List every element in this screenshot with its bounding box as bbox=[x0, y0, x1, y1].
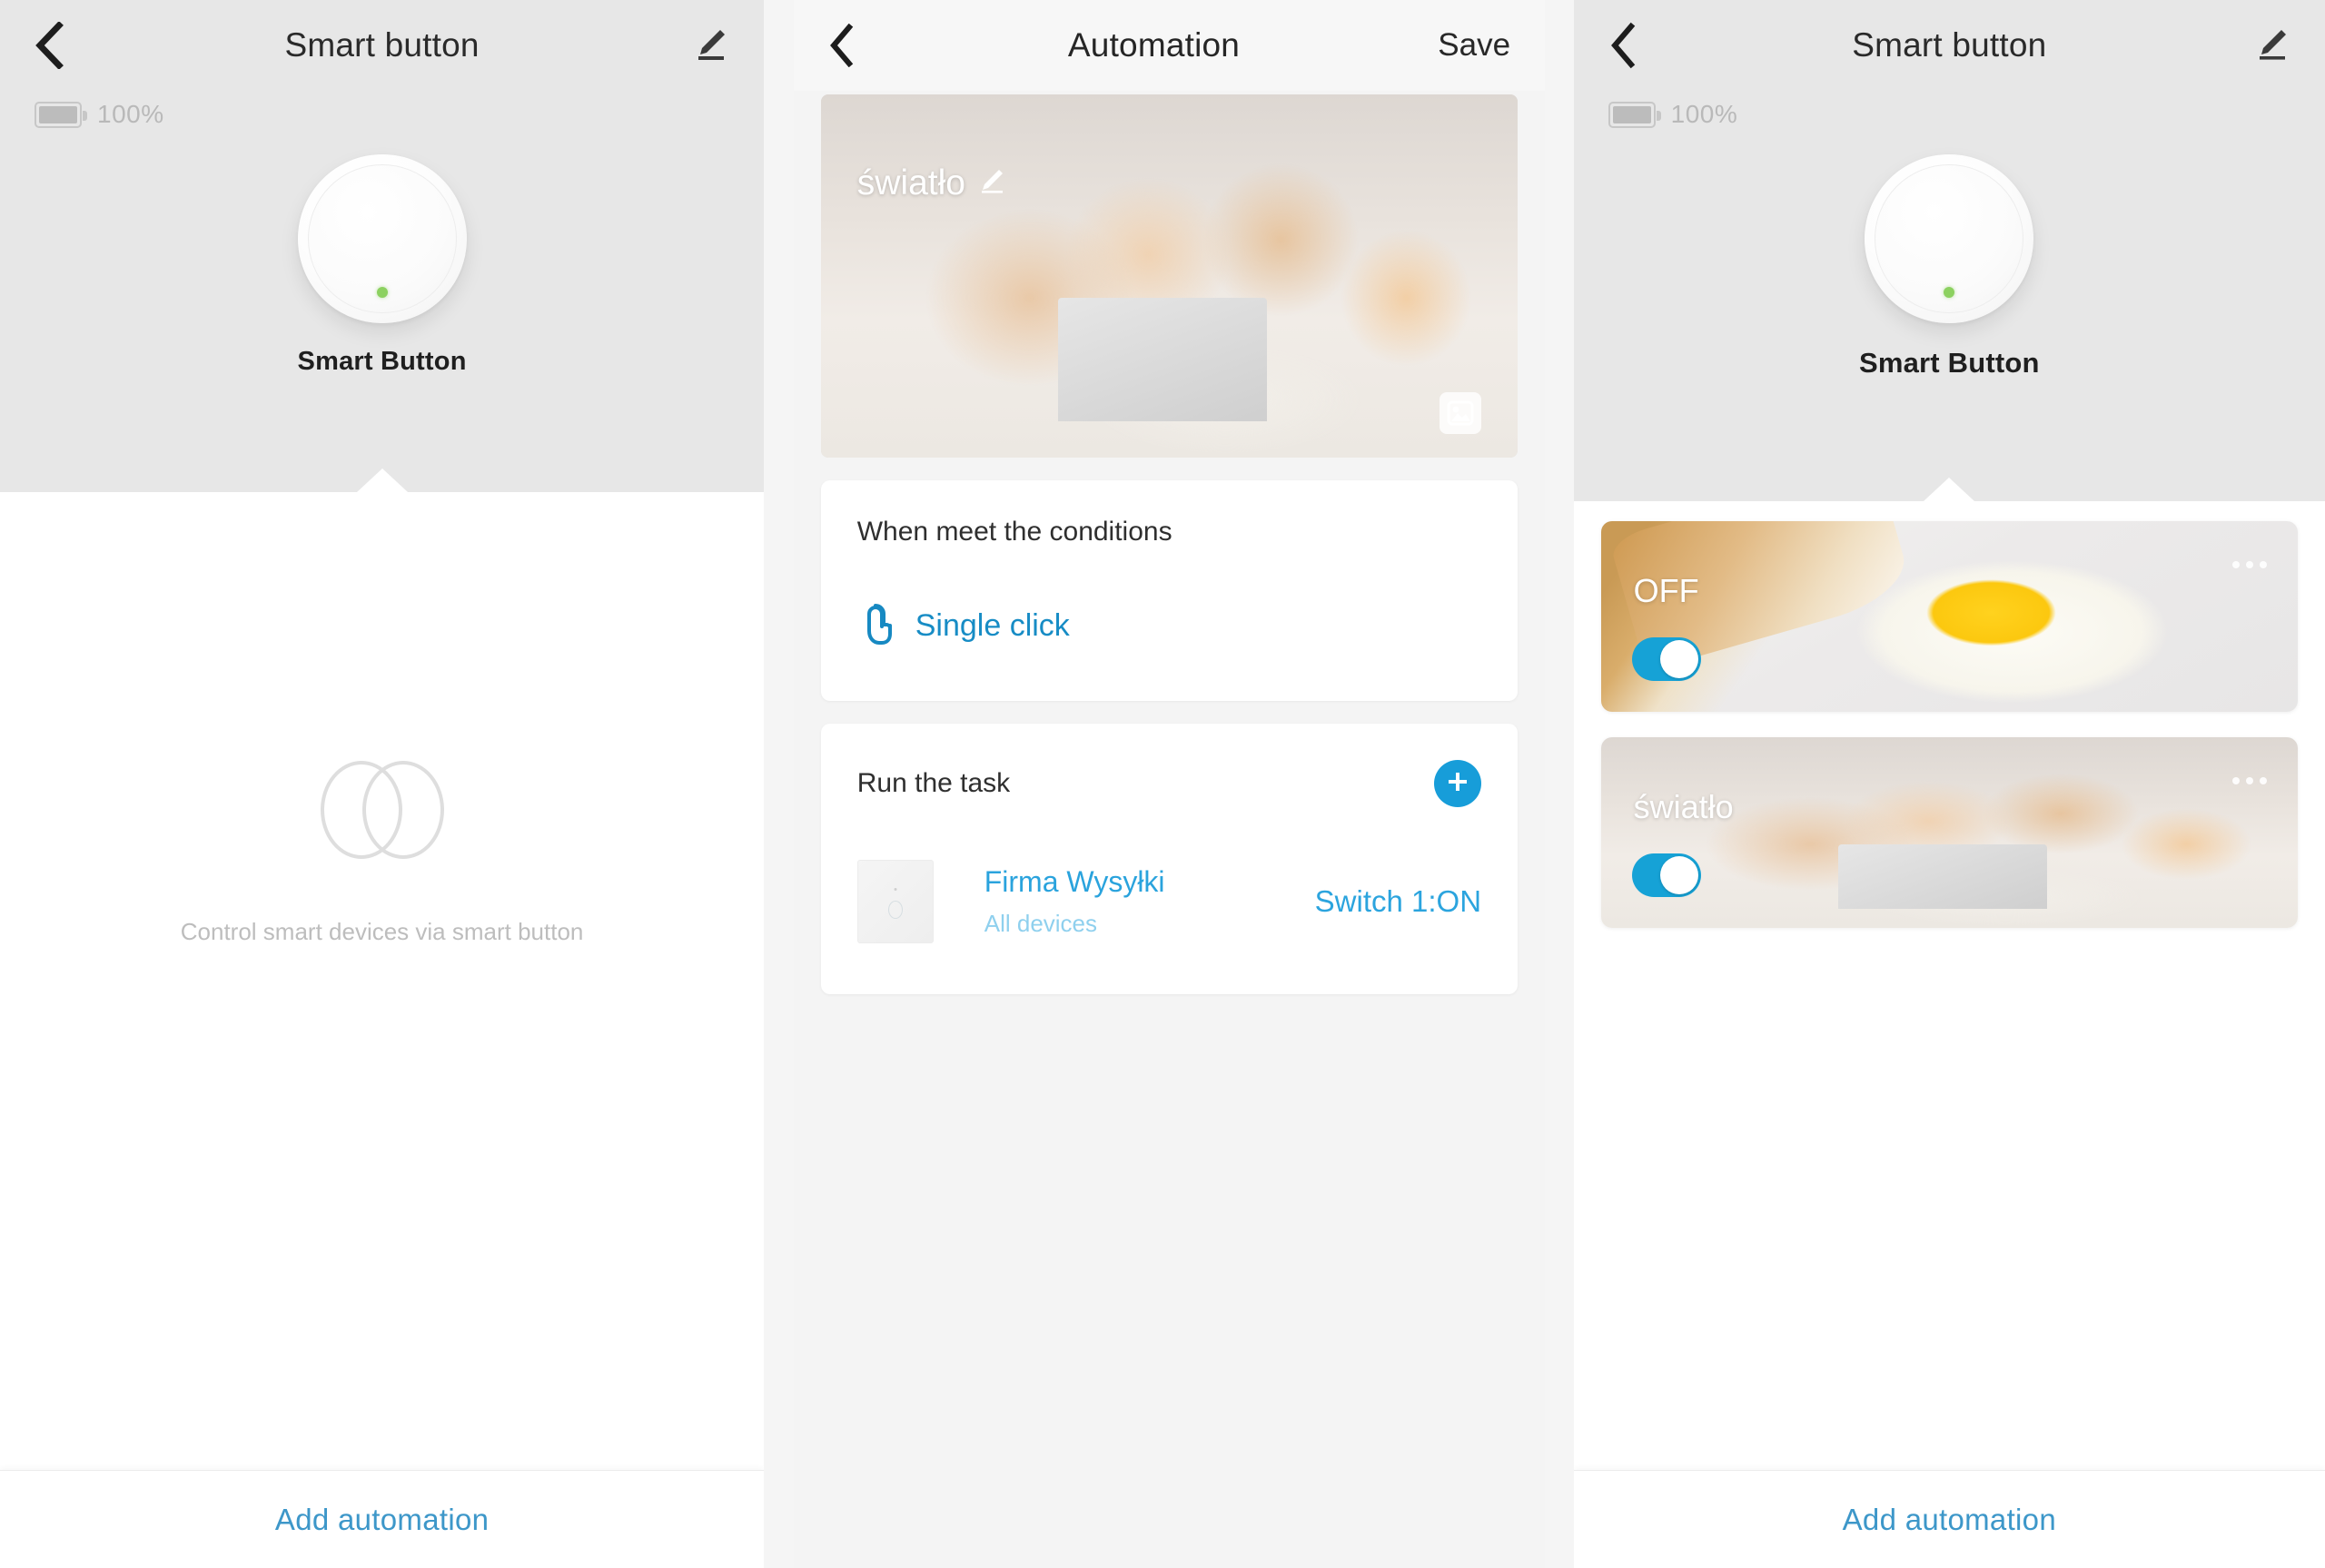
automation-label: światło bbox=[1633, 788, 1734, 825]
navbar-automation: Automation Save bbox=[793, 0, 1546, 91]
device-header-right: Smart button 100% Smart Button bbox=[1573, 0, 2325, 501]
edit-button[interactable] bbox=[688, 25, 729, 66]
wall-switch-icon bbox=[856, 860, 934, 943]
toggle-knob bbox=[1659, 640, 1698, 678]
battery-icon bbox=[35, 101, 87, 128]
chevron-left-icon bbox=[35, 22, 64, 69]
smart-button-disc[interactable] bbox=[297, 154, 467, 323]
back-button[interactable] bbox=[35, 20, 76, 71]
task-device-subtitle: All devices bbox=[984, 910, 1098, 937]
plus-icon bbox=[1444, 768, 1471, 800]
screen-divider-2 bbox=[1545, 0, 1574, 1568]
tasks-title: Run the task bbox=[856, 768, 1011, 798]
battery-icon bbox=[1608, 101, 1661, 128]
chevron-left-icon bbox=[1608, 22, 1636, 69]
automation-card-off[interactable]: OFF bbox=[1600, 521, 2298, 712]
add-automation-bar-right[interactable]: Add automation bbox=[1573, 1470, 2325, 1568]
page-title: Smart button bbox=[284, 26, 480, 64]
conditions-title: When meet the conditions bbox=[856, 517, 1172, 547]
tasks-header: Run the task bbox=[821, 724, 1518, 807]
led-indicator-icon bbox=[376, 287, 388, 298]
automation-toggle[interactable] bbox=[1631, 853, 1701, 897]
device-name-right: Smart Button bbox=[1858, 347, 2040, 379]
battery-status-right: 100% bbox=[1574, 91, 2325, 129]
screen-smart-button-automations: Smart button 100% Smart Button OFF świat… bbox=[1573, 0, 2325, 1568]
automation-toggle[interactable] bbox=[1631, 637, 1701, 681]
automation-cover-image[interactable]: światło bbox=[820, 94, 1519, 458]
pencil-edit-icon bbox=[2252, 25, 2290, 67]
add-automation-label: Add automation bbox=[274, 1502, 490, 1536]
back-button-right[interactable] bbox=[1608, 20, 1650, 71]
screen-automation-editor: Automation Save światło When meet the co… bbox=[793, 0, 1546, 1568]
automation-name: światło bbox=[856, 163, 965, 202]
automation-card-swiatlo[interactable]: światło bbox=[1600, 737, 2298, 928]
screen-smart-button-empty: Smart button 100% Smart Button Control s… bbox=[0, 0, 765, 1568]
task-row[interactable]: Firma Wysyłki All devices Switch 1:ON bbox=[821, 807, 1518, 994]
header-notch bbox=[356, 468, 408, 492]
pencil-edit-icon bbox=[691, 25, 729, 67]
smart-button-disc-right[interactable] bbox=[1865, 154, 2034, 323]
battery-level: 100% bbox=[97, 100, 164, 128]
image-picker-icon[interactable] bbox=[1440, 392, 1482, 434]
page-title-right: Smart button bbox=[1852, 26, 2047, 64]
tap-finger-icon bbox=[857, 602, 895, 650]
device-name: Smart Button bbox=[297, 347, 467, 376]
tasks-card: Run the task Firma Wysyłki All devices S… bbox=[820, 724, 1519, 994]
device-header-left: Smart button 100% Smart Button bbox=[0, 0, 765, 492]
scene-photo-family bbox=[1600, 737, 2298, 928]
automation-list: OFF światło bbox=[1574, 501, 2325, 928]
empty-state: Control smart devices via smart button A… bbox=[0, 492, 765, 1568]
page-title-automation: Automation bbox=[1067, 26, 1241, 64]
back-button-automation[interactable] bbox=[828, 20, 870, 71]
task-device-name: Firma Wysyłki bbox=[984, 865, 1165, 898]
battery-status: 100% bbox=[0, 91, 764, 129]
two-overlapping-circles-icon bbox=[305, 757, 460, 867]
automation-name-row[interactable]: światło bbox=[857, 163, 1005, 203]
task-device-state: Switch 1:ON bbox=[1314, 884, 1482, 918]
edit-button-right[interactable] bbox=[2249, 25, 2290, 66]
device-preview: Smart Button bbox=[0, 154, 764, 377]
more-dots-icon[interactable] bbox=[2231, 561, 2267, 568]
navbar-left: Smart button bbox=[0, 0, 764, 91]
header-notch-right bbox=[1924, 478, 1975, 501]
battery-level-right: 100% bbox=[1670, 100, 1738, 128]
toggle-knob bbox=[1659, 856, 1698, 894]
automation-label: OFF bbox=[1633, 572, 1699, 609]
task-texts: Firma Wysyłki All devices bbox=[984, 865, 1165, 938]
add-automation-bar-left[interactable]: Add automation bbox=[0, 1470, 765, 1568]
empty-state-text: Control smart devices via smart button bbox=[180, 918, 584, 945]
add-automation-label: Add automation bbox=[1842, 1502, 2056, 1536]
device-preview-right: Smart Button bbox=[1574, 154, 2325, 380]
scene-photo-egg bbox=[1600, 521, 2298, 712]
led-indicator-icon bbox=[1944, 287, 1955, 298]
more-dots-icon[interactable] bbox=[2231, 777, 2267, 784]
save-button[interactable]: Save bbox=[1438, 27, 1510, 64]
chevron-left-icon bbox=[828, 24, 854, 67]
cover-photo bbox=[820, 94, 1519, 458]
three-screen-collage: Smart button 100% Smart Button Control s… bbox=[0, 0, 2325, 1568]
conditions-card: When meet the conditions Single click bbox=[820, 480, 1519, 701]
add-task-button[interactable] bbox=[1434, 760, 1482, 807]
pencil-edit-icon[interactable] bbox=[978, 163, 1005, 203]
condition-item-single-click[interactable]: Single click bbox=[821, 547, 1518, 701]
condition-label: Single click bbox=[915, 608, 1070, 643]
navbar-right: Smart button bbox=[1574, 0, 2325, 91]
screen-divider-1 bbox=[764, 0, 794, 1568]
